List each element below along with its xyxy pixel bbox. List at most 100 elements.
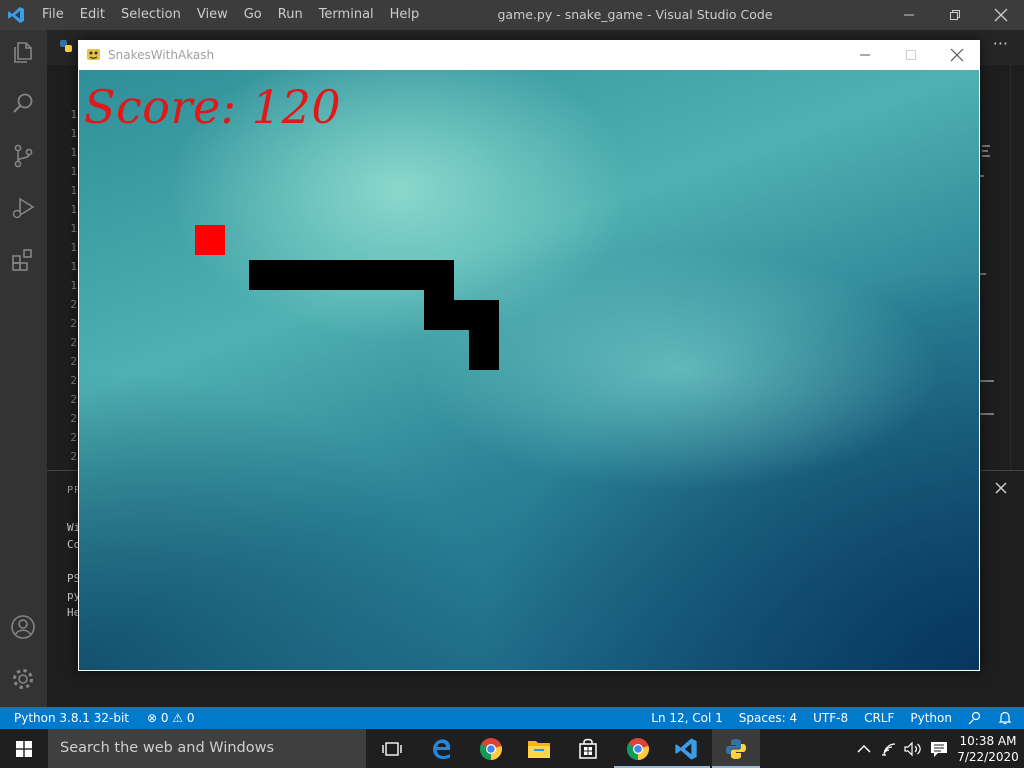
menu-go[interactable]: Go xyxy=(236,0,270,30)
line-number: 2 xyxy=(70,450,77,463)
line-number: 1 xyxy=(70,108,77,121)
minimize-button[interactable] xyxy=(886,0,932,30)
account-icon[interactable] xyxy=(9,613,37,641)
line-number: 1 xyxy=(70,165,77,178)
show-hidden-icons-chevron-icon[interactable] xyxy=(850,741,878,757)
folder-icon xyxy=(528,740,550,758)
snake-head xyxy=(469,300,499,370)
line-number: 1 xyxy=(70,146,77,159)
start-button[interactable] xyxy=(0,729,48,768)
network-wifi-icon[interactable] xyxy=(878,741,902,757)
maximize-icon xyxy=(906,50,916,60)
language-mode-status[interactable]: Python xyxy=(910,711,952,725)
game-window-controls xyxy=(842,40,980,70)
line-number-gutter: 1 1 1 1 1 1 1 1 1 1 2 2 2 2 2 2 2 2 2 xyxy=(47,105,79,466)
close-icon xyxy=(994,8,1008,22)
extensions-icon[interactable] xyxy=(9,246,37,274)
editor-scrollbar[interactable] xyxy=(1010,65,1024,470)
game-maximize-button[interactable] xyxy=(888,40,934,70)
search-icon[interactable] xyxy=(9,90,37,118)
vscode-logo-icon[interactable] xyxy=(7,6,25,24)
feedback-icon[interactable] xyxy=(968,711,982,725)
menu-edit[interactable]: Edit xyxy=(72,0,113,30)
line-number: 1 xyxy=(70,127,77,140)
snake-segment xyxy=(249,260,454,290)
game-window-title: SnakesWithAkash xyxy=(108,48,215,62)
volume-speaker-icon[interactable] xyxy=(902,741,926,757)
task-view-icon xyxy=(382,741,402,756)
line-number: 1 xyxy=(70,203,77,216)
minimize-icon xyxy=(904,14,914,16)
notifications-bell-icon[interactable] xyxy=(998,711,1012,725)
menu-file[interactable]: File xyxy=(34,0,72,30)
game-window: SnakesWithAkash Score: 120 xyxy=(78,40,980,671)
game-close-button[interactable] xyxy=(934,40,980,70)
edge-browser-icon xyxy=(433,739,451,759)
chrome-app[interactable] xyxy=(467,729,515,768)
line-number: 2 xyxy=(70,355,77,368)
line-number: 2 xyxy=(70,298,77,311)
store-bag-icon xyxy=(579,738,597,759)
explorer-icon[interactable] xyxy=(9,38,37,66)
menu-selection[interactable]: Selection xyxy=(113,0,189,30)
close-icon xyxy=(950,48,964,62)
action-center-icon[interactable] xyxy=(926,740,952,758)
line-number: 2 xyxy=(70,336,77,349)
restore-button[interactable] xyxy=(932,0,978,30)
line-number: 1 xyxy=(70,260,77,273)
store-app[interactable] xyxy=(564,729,612,768)
menu-help[interactable]: Help xyxy=(382,0,428,30)
chrome-app-2[interactable] xyxy=(614,729,662,768)
python-app-icon xyxy=(726,738,746,759)
line-number: 2 xyxy=(70,412,77,425)
edge-app[interactable] xyxy=(418,729,466,768)
menu-terminal[interactable]: Terminal xyxy=(311,0,382,30)
python-file-icon[interactable] xyxy=(59,39,73,53)
menu-run[interactable]: Run xyxy=(270,0,311,30)
python-interpreter-status[interactable]: Python 3.8.1 32-bit xyxy=(14,711,129,725)
clock-time: 10:38 AM xyxy=(959,733,1017,748)
chrome-browser-icon xyxy=(626,737,649,760)
status-bar: Python 3.8.1 32-bit ⊗ 0 ⚠ 0 Ln 12, Col 1… xyxy=(0,707,1024,729)
system-clock[interactable]: 10:38 AM 7/22/2020 xyxy=(952,733,1024,765)
windows-logo-icon xyxy=(16,740,32,757)
cursor-position-status[interactable]: Ln 12, Col 1 xyxy=(651,711,723,725)
windows-taskbar: Search the web and Windows 10:38 AM 7/22… xyxy=(0,729,1024,768)
line-number: 1 xyxy=(70,222,77,235)
game-canvas[interactable]: Score: 120 xyxy=(79,70,979,670)
minimize-icon xyxy=(860,54,870,56)
task-view-button[interactable] xyxy=(368,729,416,768)
menu-view[interactable]: View xyxy=(189,0,236,30)
indentation-status[interactable]: Spaces: 4 xyxy=(739,711,797,725)
source-control-icon[interactable] xyxy=(9,142,37,170)
vscode-app[interactable] xyxy=(662,729,710,768)
file-explorer-app[interactable] xyxy=(515,729,563,768)
snake-food xyxy=(195,225,225,255)
taskbar-search-box[interactable]: Search the web and Windows xyxy=(48,729,366,768)
problems-status[interactable]: ⊗ 0 ⚠ 0 xyxy=(147,711,195,725)
restore-icon xyxy=(950,10,960,20)
panel-close-icon[interactable] xyxy=(994,481,1008,495)
minimap[interactable] xyxy=(980,65,1010,470)
line-number: 1 xyxy=(70,184,77,197)
settings-gear-icon[interactable] xyxy=(9,665,37,693)
vscode-app-icon xyxy=(675,737,697,760)
python-game-app[interactable] xyxy=(712,729,760,768)
more-actions-icon[interactable]: ··· xyxy=(993,34,1008,53)
pygame-snake-icon xyxy=(87,49,100,60)
game-window-titlebar[interactable]: SnakesWithAkash xyxy=(78,40,980,70)
game-minimize-button[interactable] xyxy=(842,40,888,70)
close-button[interactable] xyxy=(978,0,1024,30)
eol-status[interactable]: CRLF xyxy=(864,711,894,725)
encoding-status[interactable]: UTF-8 xyxy=(813,711,848,725)
run-debug-icon[interactable] xyxy=(9,194,37,222)
menu-bar: File Edit Selection View Go Run Terminal… xyxy=(34,0,427,30)
line-number: 2 xyxy=(70,317,77,330)
line-number: 2 xyxy=(70,374,77,387)
line-number: 1 xyxy=(70,279,77,292)
line-number: 2 xyxy=(70,431,77,444)
vscode-titlebar: File Edit Selection View Go Run Terminal… xyxy=(0,0,1024,30)
chrome-browser-icon xyxy=(479,737,502,760)
score-text: Score: 120 xyxy=(84,80,342,134)
line-number: 2 xyxy=(70,393,77,406)
